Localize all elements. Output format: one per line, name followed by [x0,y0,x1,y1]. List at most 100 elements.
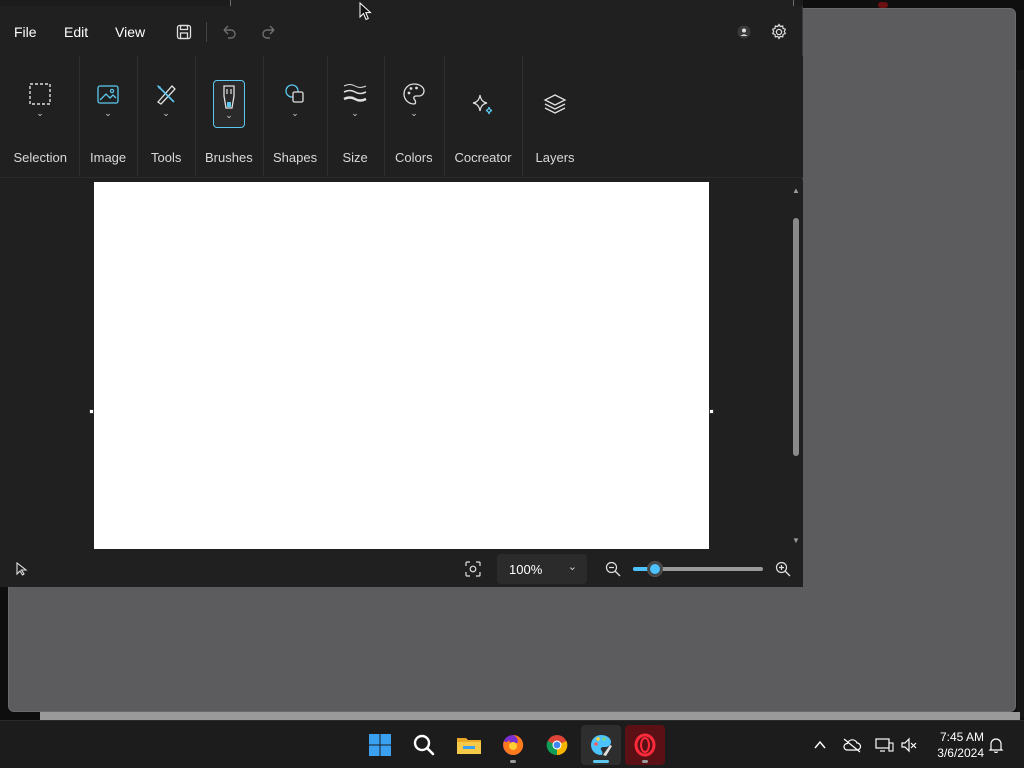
chrome-icon [546,735,568,756]
account-button[interactable] [730,18,758,46]
zoom-slider[interactable] [633,561,763,577]
paint-app-icon [591,735,612,756]
ribbon-group-tools[interactable]: ⌄ Tools [138,56,194,176]
running-indicator [642,760,648,763]
ribbon-label-cocreator: Cocreator [454,150,512,165]
zoom-level-value: 100% [509,561,543,577]
redo-button[interactable] [255,18,283,46]
taskbar-opera[interactable] [625,725,665,765]
clock-time: 7:45 AM [939,730,984,744]
vertical-scrollbar[interactable]: ▲ ▼ [790,184,802,548]
canvas-resize-handle-right[interactable] [709,409,714,414]
taskbar-search-button[interactable] [404,725,444,765]
taskbar-file-explorer[interactable] [449,725,489,765]
ribbon-label-colors: Colors [395,150,433,165]
onedrive-button[interactable] [840,733,864,757]
toolbar-separator [206,22,207,42]
taskbar-start-button[interactable] [360,725,400,765]
taskbar-chrome[interactable] [537,725,577,765]
zoom-in-button[interactable] [769,555,797,583]
chevron-up-icon [814,740,826,749]
chevron-down-icon: ⌄ [567,561,577,573]
network-icon [875,738,894,752]
canvas-resize-handle-left[interactable] [89,409,94,414]
pointer-position-icon [16,562,28,576]
save-icon [176,24,192,40]
ribbon-group-shapes[interactable]: ⌄ Shapes [264,56,326,176]
ribbon-toolbar: ⌄ Selection ⌄ Image ⌄ Tools ⌄ Brushes ⌄ … [0,56,803,178]
ribbon-label-size: Size [342,150,368,165]
scroll-up-arrow[interactable]: ▲ [792,186,800,195]
ribbon-label-shapes: Shapes [273,150,318,165]
background-window-bottom [40,712,1020,720]
shapes-icon [285,84,304,103]
ribbon-group-colors[interactable]: ⌄ Colors [385,56,443,176]
menu-view[interactable]: View [113,22,147,42]
menu-file[interactable]: File [12,22,39,42]
background-window-titlebar [804,0,1024,8]
drawing-canvas[interactable] [94,182,709,549]
title-bar [0,0,803,6]
search-icon [413,734,435,756]
windows-start-icon [369,734,391,756]
canvas-workspace[interactable]: ▲ ▼ [0,180,803,550]
chevron-down-icon: ⌄ [162,108,170,118]
brushes-selected-frame[interactable]: ⌄ [213,80,245,128]
menu-edit[interactable]: Edit [62,22,90,42]
taskbar-firefox[interactable] [493,725,533,765]
ribbon-group-layers[interactable]: Layers [523,56,587,176]
size-icon [343,84,367,102]
layers-icon [543,94,567,114]
fit-screen-icon [465,561,481,577]
zoom-slider-thumb[interactable] [647,561,664,577]
network-button[interactable] [872,733,896,757]
image-icon [97,85,119,104]
show-hidden-icons-button[interactable] [808,733,832,757]
ribbon-label-brushes: Brushes [205,150,253,165]
palette-icon [403,83,425,105]
ribbon-label-tools: Tools [151,150,182,165]
brush-icon [223,85,235,109]
taskbar: 7:45 AM 3/6/2024 [0,720,1024,768]
background-window-edge [1017,70,1024,718]
scroll-down-arrow[interactable]: ▼ [792,536,800,545]
save-button[interactable] [170,18,198,46]
menu-bar: File Edit View [0,14,803,52]
fit-to-window-button[interactable] [459,555,487,583]
mouse-pointer-icon [359,2,372,21]
zoom-out-icon [605,561,621,577]
volume-button[interactable] [897,733,921,757]
zoom-out-button[interactable] [599,555,627,583]
undo-button[interactable] [215,18,243,46]
folder-icon [457,738,481,754]
notifications-button[interactable] [984,733,1008,757]
title-search-box[interactable] [230,0,794,6]
tools-icon [157,85,176,105]
opera-icon [634,733,656,757]
zoom-in-icon [775,561,791,577]
chevron-down-icon: ⌄ [291,108,299,118]
ribbon-group-cocreator[interactable]: Cocreator [445,56,521,176]
ribbon-group-image[interactable]: ⌄ Image [80,56,136,176]
zoom-level-dropdown[interactable]: 100% ⌄ [497,554,587,584]
settings-button[interactable] [765,18,793,46]
bell-icon [988,738,1004,753]
chevron-down-icon: ⌄ [225,110,233,120]
volume-muted-icon [901,737,917,753]
ribbon-group-brushes[interactable]: ⌄ Brushes [196,56,262,176]
firefox-icon [503,734,524,755]
ribbon-label-image: Image [90,150,127,165]
paint-window: File Edit View ⌄ Selection ⌄ Image ⌄ Too… [0,0,803,587]
scrollbar-thumb[interactable] [793,218,799,456]
taskbar-paint[interactable] [581,725,621,765]
ribbon-label-layers: Layers [535,150,575,165]
cloud-offline-icon [843,738,862,753]
sparkle-icon [472,94,493,115]
redo-icon [262,25,275,39]
active-indicator [593,760,609,763]
undo-icon [223,25,236,39]
ribbon-group-selection[interactable]: ⌄ Selection [2,56,78,176]
system-clock[interactable]: 7:45 AM 3/6/2024 [928,729,984,761]
ribbon-label-selection: Selection [13,150,67,165]
ribbon-group-size[interactable]: ⌄ Size [328,56,382,176]
